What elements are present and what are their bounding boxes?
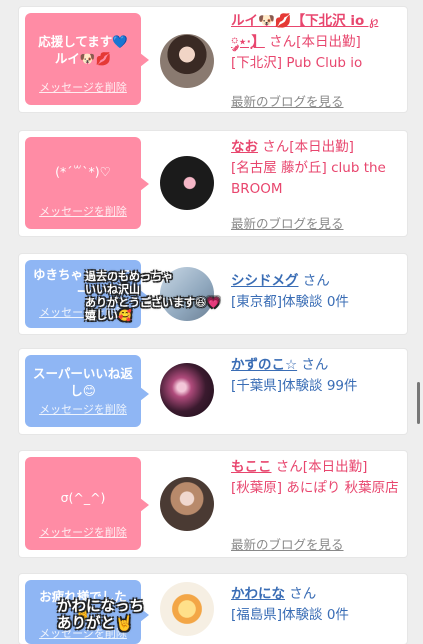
message-bubble: スーパーいいね返し😊 メッセージを削除: [25, 355, 149, 427]
profile-info: もここ さん[本日出勤] [秋葉原] あにぽり 秋葉原店: [231, 457, 401, 499]
blog-link[interactable]: 最新のブログを見る: [231, 91, 344, 110]
profile-info: かずのこ☆ さん [千葉県]体験談 99件: [231, 355, 401, 397]
shop-name: [千葉県]体験談 99件: [231, 378, 358, 394]
scrollbar[interactable]: [417, 382, 420, 424]
sticker-text: かわになっち ありがと🤘: [57, 599, 144, 632]
profile-name[interactable]: もここ: [231, 459, 272, 475]
status-badge: [本日出勤]: [289, 139, 354, 155]
profile-name[interactable]: なお: [231, 139, 258, 155]
honorific: さん: [269, 34, 297, 50]
honorific: さん: [262, 139, 290, 155]
message-card: (*´꒳`*)♡ メッセージを削除 なお さん[本日出勤] [名古屋 藤が丘] …: [19, 131, 407, 236]
honorific: さん: [275, 459, 303, 475]
shop-name: [福島県]体験談 0件: [231, 607, 349, 623]
shop-name: [下北沢] Pub Club io: [231, 55, 363, 71]
message-card: 応援してます💙ルイ🐶💋 メッセージを削除 ルイ🐶💋【下北沢 io ℘ ༘⋆·̩͙…: [19, 7, 407, 112]
profile-info: シシドメグ さん [東京都]体験談 0件: [231, 271, 401, 313]
screen: { "cards": [ { "message": "応援してます💙ルイ🐶💋",…: [0, 0, 423, 644]
shop-name: [名古屋 藤が丘] club the BROOM: [231, 160, 386, 197]
message-card: ゆきちゃんフォロー メッセージを削除 シシドメグ さん [東京都]体験談 0件 …: [19, 254, 407, 334]
status-badge: [本日出勤]: [296, 34, 361, 50]
profile-info: なお さん[本日出勤] [名古屋 藤が丘] club the BROOM: [231, 137, 401, 200]
profile-name[interactable]: かわにな: [231, 586, 285, 602]
status-badge: [本日出勤]: [302, 459, 368, 475]
honorific: さん: [289, 586, 317, 602]
profile-name[interactable]: シシドメグ: [231, 273, 299, 289]
message-text: スーパーいいね返し😊: [33, 366, 133, 398]
message-text: σ(^_^): [60, 490, 106, 505]
delete-message-link[interactable]: メッセージを削除: [25, 524, 141, 541]
message-card: お疲れ様でした🤘 メッセージを削除 かわにな さん [福島県]体験談 0件 かわ…: [19, 574, 407, 644]
avatar[interactable]: [160, 156, 214, 210]
profile-name[interactable]: かずのこ☆: [231, 357, 297, 373]
profile-info: かわにな さん [福島県]体験談 0件: [231, 584, 401, 626]
avatar[interactable]: [160, 363, 214, 417]
sticker-text: 過去のもめっちゃ いいね沢山 ありがとうございます😆💗 嬉しい🥰: [85, 270, 221, 322]
honorific: さん: [302, 273, 330, 289]
avatar[interactable]: [160, 477, 214, 531]
blog-link[interactable]: 最新のブログを見る: [231, 213, 344, 232]
avatar[interactable]: [160, 34, 214, 88]
delete-message-link[interactable]: メッセージを削除: [25, 203, 141, 220]
message-card: σ(^_^) メッセージを削除 もここ さん[本日出勤] [秋葉原] あにぽり …: [19, 451, 407, 557]
profile-info: ルイ🐶💋【下北沢 io ℘ ༘⋆·̩͙】 さん[本日出勤] [下北沢] Pub …: [231, 11, 401, 74]
message-text: 応援してます💙ルイ🐶💋: [38, 34, 128, 66]
shop-name: [秋葉原] あにぽり 秋葉原店: [231, 480, 399, 496]
message-text: (*´꒳`*)♡: [55, 164, 111, 179]
message-bubble: σ(^_^) メッセージを削除: [25, 457, 149, 550]
shop-name: [東京都]体験談 0件: [231, 294, 349, 310]
message-bubble: 応援してます💙ルイ🐶💋 メッセージを削除: [25, 13, 149, 105]
avatar[interactable]: [160, 582, 214, 636]
message-bubble: (*´꒳`*)♡ メッセージを削除: [25, 137, 149, 229]
honorific: さん: [301, 357, 329, 373]
delete-message-link[interactable]: メッセージを削除: [25, 79, 141, 96]
delete-message-link[interactable]: メッセージを削除: [25, 401, 141, 418]
blog-link[interactable]: 最新のブログを見る: [231, 534, 344, 553]
message-card: スーパーいいね返し😊 メッセージを削除 かずのこ☆ さん [千葉県]体験談 99…: [19, 349, 407, 434]
